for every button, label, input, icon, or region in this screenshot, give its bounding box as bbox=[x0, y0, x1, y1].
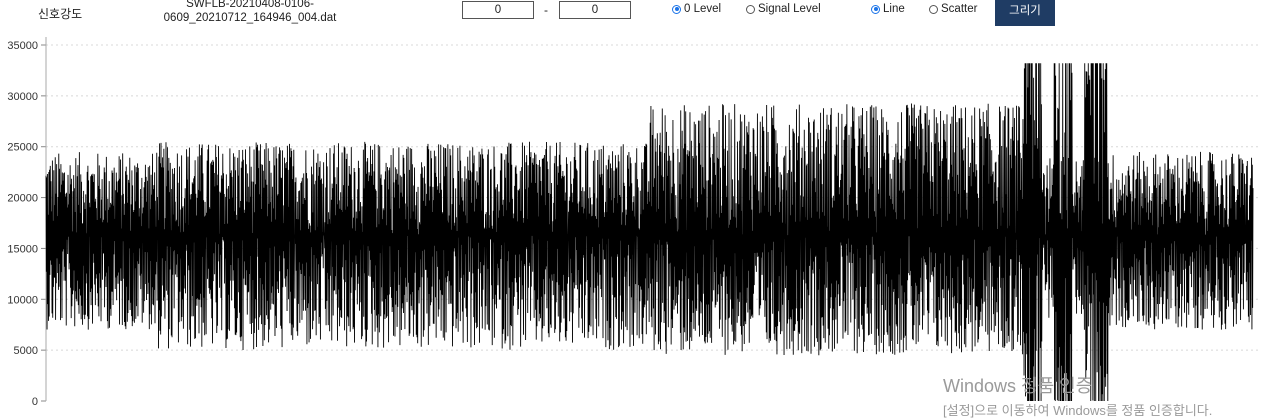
radio-line[interactable]: Line bbox=[871, 3, 905, 15]
radio-zero-level[interactable]: 0 Level bbox=[672, 3, 721, 15]
radio-scatter-label: Scatter bbox=[941, 3, 978, 15]
y-tick-label: 10000 bbox=[7, 294, 38, 306]
file-name-line2: 0609_20210712_164946_004.dat bbox=[163, 12, 337, 24]
radio-signal-level-label: Signal Level bbox=[758, 3, 821, 15]
radio-signal-level-dot[interactable] bbox=[746, 4, 755, 14]
file-name-line1: SWFLB-20210408-0106- bbox=[186, 0, 314, 10]
y-tick-label: 5000 bbox=[14, 345, 38, 357]
radio-signal-level[interactable]: Signal Level bbox=[746, 3, 821, 15]
y-tick-label: 30000 bbox=[7, 91, 38, 103]
radio-line-label: Line bbox=[883, 3, 905, 15]
radio-scatter-dot[interactable] bbox=[929, 4, 938, 14]
radio-zero-level-label: 0 Level bbox=[684, 3, 722, 15]
watermark-title: Windows 정품 인증 bbox=[943, 376, 1093, 396]
radio-scatter[interactable]: Scatter bbox=[929, 3, 977, 15]
file-name: SWFLB-20210408-0106- 0609_20210712_16494… bbox=[150, 0, 350, 25]
windows-activation-watermark: Windows 정품 인증 [설정]으로 이동하여 Windows를 정품 인증… bbox=[943, 372, 1212, 419]
radio-zero-level-dot[interactable] bbox=[672, 4, 681, 14]
y-tick-label: 0 bbox=[32, 396, 38, 408]
range-from-input[interactable]: 0 bbox=[462, 1, 534, 19]
draw-button[interactable]: 그리기 bbox=[995, 0, 1055, 26]
toolbar: 신호강도 SWFLB-20210408-0106- 0609_20210712_… bbox=[0, 0, 1265, 30]
y-tick-label: 25000 bbox=[7, 142, 38, 154]
y-tick-label: 20000 bbox=[7, 193, 38, 205]
range-to-input[interactable]: 0 bbox=[559, 1, 631, 19]
signal-strength-label: 신호강도 bbox=[38, 7, 83, 21]
chart-y-axis: 0 5000 10000 15000 20000 25000 30000 35000 bbox=[7, 37, 47, 408]
range-separator: - bbox=[544, 3, 548, 17]
signal-chart: 0 5000 10000 15000 20000 25000 30000 35000 bbox=[7, 37, 1258, 408]
watermark-subtitle: [설정]으로 이동하여 Windows를 정품 인증합니다. bbox=[943, 403, 1213, 418]
radio-line-dot[interactable] bbox=[871, 4, 880, 14]
y-tick-label: 35000 bbox=[7, 40, 38, 52]
y-tick-label: 15000 bbox=[7, 243, 38, 255]
